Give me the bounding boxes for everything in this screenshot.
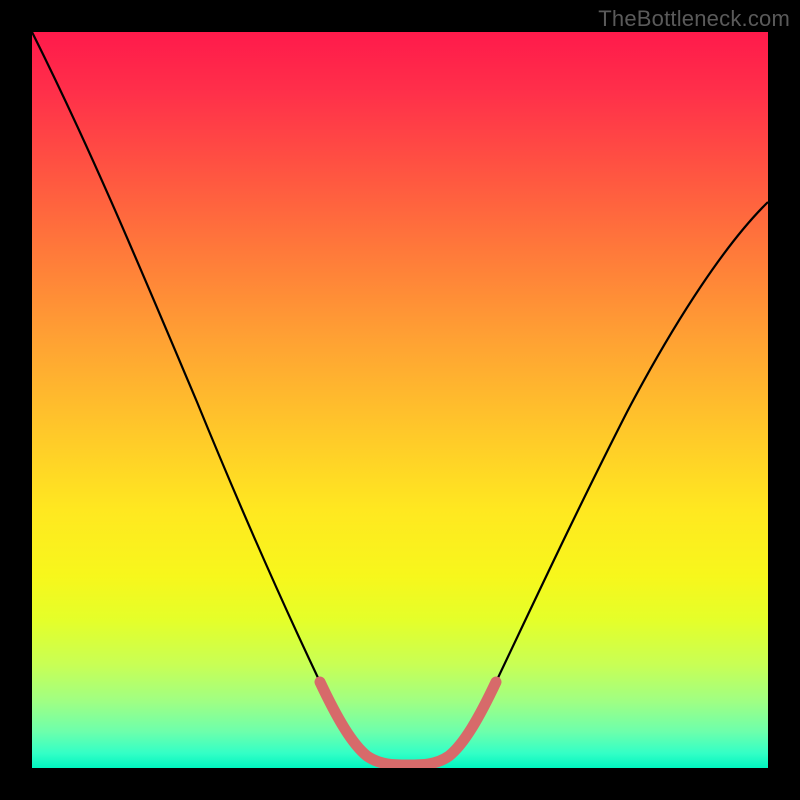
plot-area: [32, 32, 768, 768]
optimal-range-highlight: [320, 682, 496, 765]
chart-frame: TheBottleneck.com: [0, 0, 800, 800]
watermark-text: TheBottleneck.com: [598, 6, 790, 32]
bottleneck-curve: [32, 32, 768, 765]
curve-layer: [32, 32, 768, 768]
